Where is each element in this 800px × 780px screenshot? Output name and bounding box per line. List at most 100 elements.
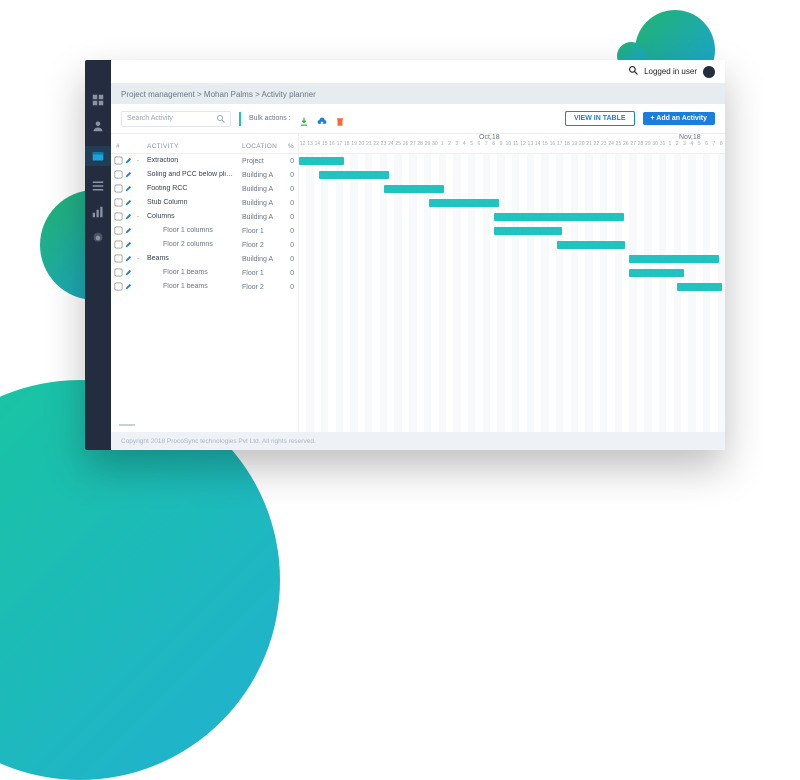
gantt-bar[interactable] — [494, 227, 562, 235]
activity-name: Soling and PCC below pli… — [145, 171, 242, 180]
day-cell: 1 — [439, 141, 446, 151]
day-cell: 16 — [549, 141, 556, 151]
activity-name: Stub Column — [145, 199, 242, 208]
copyright-text: Copyright 2018 ProcoSync technologies Pv… — [121, 438, 316, 445]
activity-name: Floor 1 columns — [145, 227, 242, 236]
row-checkbox[interactable] — [114, 156, 122, 164]
activity-location: Building A — [242, 256, 284, 263]
row-checkbox[interactable] — [114, 198, 122, 206]
activity-row[interactable]: -ColumnsBuilding A0 — [111, 210, 298, 224]
expand-toggle[interactable]: - — [137, 214, 145, 220]
search-icon[interactable] — [629, 66, 638, 77]
gantt-bar[interactable] — [319, 171, 389, 179]
avatar[interactable] — [703, 66, 715, 78]
activity-percent: 0 — [284, 186, 298, 193]
delete-icon[interactable] — [335, 114, 345, 124]
activity-row[interactable]: Soling and PCC below pli…Building A0 — [111, 168, 298, 182]
gantt-bar[interactable] — [299, 157, 344, 165]
activity-location: Floor 1 — [242, 228, 284, 235]
edit-icon[interactable] — [125, 199, 137, 208]
activity-name: Extraction — [145, 157, 242, 166]
activity-row[interactable]: -BeamsBuilding A0 — [111, 252, 298, 266]
view-in-table-button[interactable]: VIEW IN TABLE — [565, 111, 635, 126]
activity-row[interactable]: Floor 1 columnsFloor 10 — [111, 224, 298, 238]
col-location-header[interactable]: LOCATION — [242, 143, 284, 150]
activity-row[interactable]: Floor 1 beamsFloor 10 — [111, 266, 298, 280]
day-cell: 29 — [424, 141, 431, 151]
gantt-row — [299, 252, 725, 266]
activity-row[interactable]: Footing RCCBuilding A0 — [111, 182, 298, 196]
edit-icon[interactable] — [125, 157, 137, 166]
gantt-bar[interactable] — [557, 241, 625, 249]
gantt-bar[interactable] — [429, 199, 499, 207]
chart-icon[interactable] — [92, 206, 104, 218]
settings-icon[interactable] — [92, 232, 104, 244]
day-cell: 16 — [328, 141, 335, 151]
row-checkbox[interactable] — [114, 268, 122, 276]
gantt-bar[interactable] — [629, 255, 719, 263]
gantt-row — [299, 238, 725, 252]
edit-icon[interactable] — [125, 255, 137, 264]
row-checkbox[interactable] — [114, 282, 122, 290]
month-label: Nov,18 — [679, 134, 701, 141]
activity-location: Floor 2 — [242, 284, 284, 291]
gantt-pane[interactable]: Oct,18Nov,181213141516171819202122232425… — [299, 134, 725, 432]
activity-percent: 0 — [284, 284, 298, 291]
cloud-upload-icon[interactable] — [317, 114, 327, 124]
edit-icon[interactable] — [125, 171, 137, 180]
edit-icon[interactable] — [125, 241, 137, 250]
breadcrumb[interactable]: Project management > Mohan Palms > Activ… — [111, 84, 725, 104]
edit-icon[interactable] — [125, 213, 137, 222]
activity-row[interactable]: -ExtractionProject0 — [111, 154, 298, 168]
gantt-bar[interactable] — [629, 269, 684, 277]
day-cell: 7 — [710, 141, 717, 151]
activity-name: Beams — [145, 255, 242, 264]
edit-icon[interactable] — [125, 269, 137, 278]
col-activity-header[interactable]: ACTIVITY — [145, 143, 242, 150]
activity-percent: 0 — [284, 242, 298, 249]
add-activity-button[interactable]: + Add an Activity — [643, 112, 715, 125]
col-percent-header[interactable]: % — [284, 143, 298, 150]
gantt-row — [299, 280, 725, 294]
day-cell: 30 — [431, 141, 438, 151]
toolbar: Search Activity Bulk actions : VIEW IN T… — [111, 104, 725, 134]
download-icon[interactable] — [299, 114, 309, 124]
day-cell: 19 — [350, 141, 357, 151]
gantt-bar[interactable] — [494, 213, 624, 221]
gantt-bar[interactable] — [677, 283, 722, 291]
row-checkbox[interactable] — [114, 254, 122, 262]
planner-icon[interactable] — [85, 146, 111, 166]
activity-location: Floor 2 — [242, 242, 284, 249]
expand-toggle[interactable]: - — [137, 158, 145, 164]
row-checkbox[interactable] — [114, 170, 122, 178]
bulk-actions — [299, 114, 345, 124]
edit-icon[interactable] — [125, 185, 137, 194]
search-input[interactable]: Search Activity — [121, 111, 231, 127]
content: # ACTIVITY LOCATION % -ExtractionProject… — [111, 134, 725, 432]
row-checkbox[interactable] — [114, 184, 122, 192]
dashboard-icon[interactable] — [92, 94, 104, 106]
activity-row[interactable]: Floor 1 beamsFloor 20 — [111, 280, 298, 294]
day-cell: 19 — [571, 141, 578, 151]
row-checkbox[interactable] — [114, 226, 122, 234]
day-cell: 18 — [563, 141, 570, 151]
day-cell: 8 — [490, 141, 497, 151]
edit-icon[interactable] — [125, 283, 137, 292]
row-checkbox[interactable] — [114, 212, 122, 220]
day-cell: 17 — [556, 141, 563, 151]
list-icon[interactable] — [92, 180, 104, 192]
user-icon[interactable] — [92, 120, 104, 132]
activity-row[interactable]: Floor 2 columnsFloor 20 — [111, 238, 298, 252]
day-cell: 12 — [519, 141, 526, 151]
month-label: Oct,18 — [479, 134, 500, 141]
row-checkbox[interactable] — [114, 240, 122, 248]
edit-icon[interactable] — [125, 227, 137, 236]
activity-location: Building A — [242, 200, 284, 207]
day-cell: 13 — [527, 141, 534, 151]
activity-location: Floor 1 — [242, 270, 284, 277]
activity-row[interactable]: Stub ColumnBuilding A0 — [111, 196, 298, 210]
day-cell: 28 — [637, 141, 644, 151]
gantt-bar[interactable] — [384, 185, 444, 193]
day-cell: 15 — [321, 141, 328, 151]
expand-toggle[interactable]: - — [137, 256, 145, 262]
